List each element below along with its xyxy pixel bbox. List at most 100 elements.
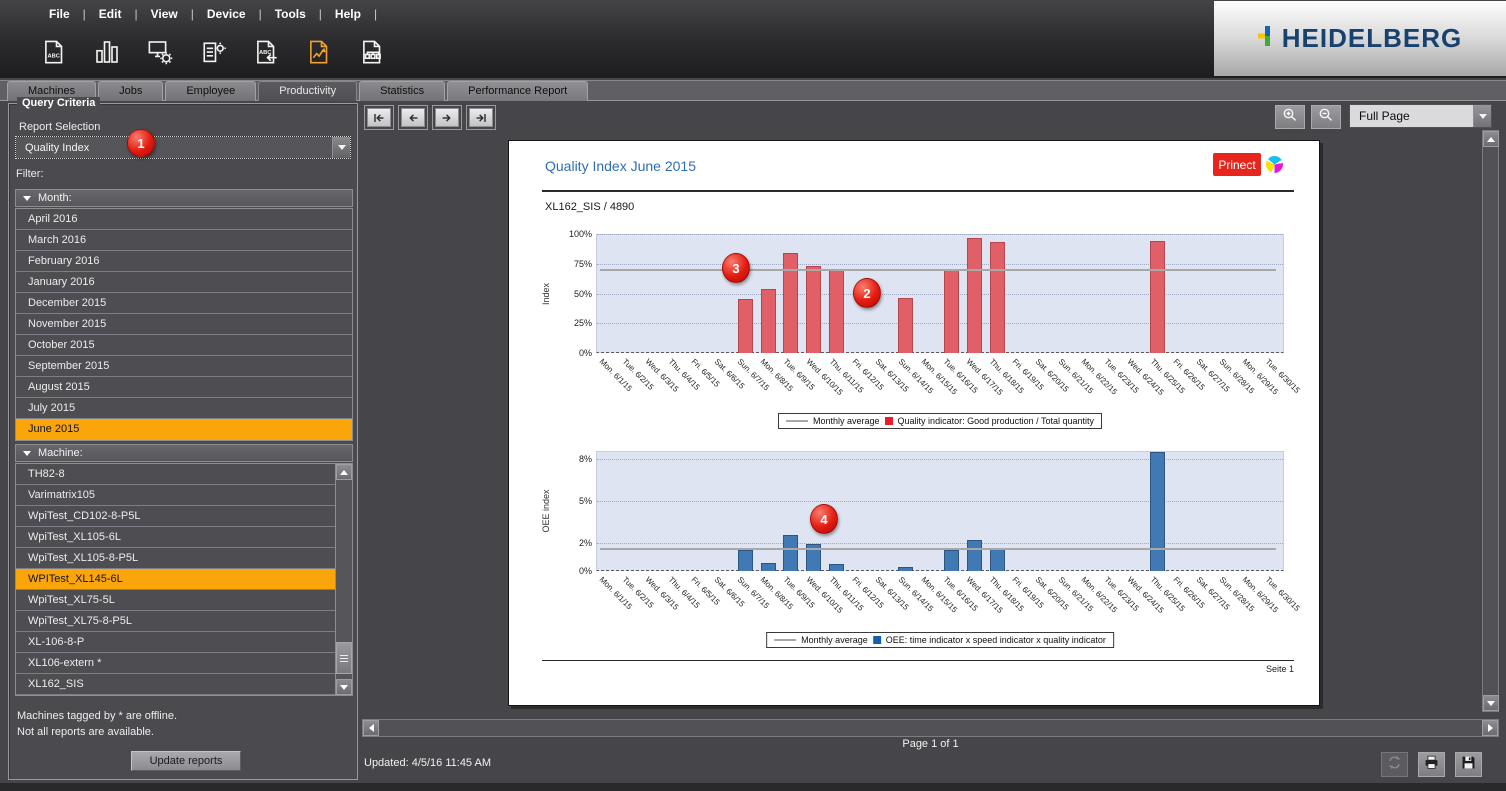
x-tick-label: Tue. 6/30/15 — [1263, 575, 1301, 613]
scroll-down-button[interactable] — [1483, 695, 1499, 711]
machine-item-wpitest-xl105-8-p5l[interactable]: WpiTest_XL105-8-P5L — [16, 548, 335, 569]
x-tick-label: Wed. 6/24/15 — [1126, 357, 1166, 397]
x-tick-label: Sun. 6/28/15 — [1217, 357, 1255, 395]
machine-item-wpitest-xl75-5l[interactable]: WpiTest_XL75-5L — [16, 590, 335, 611]
triangle-down-icon — [340, 685, 348, 690]
month-item-september-2015[interactable]: September 2015 — [16, 356, 352, 377]
month-item-december-2015[interactable]: December 2015 — [16, 293, 352, 314]
svg-text:ABC: ABC — [48, 54, 60, 60]
month-item-april-2016[interactable]: April 2016 — [16, 209, 352, 230]
next-page-button[interactable] — [432, 105, 462, 130]
scroll-right-button[interactable] — [1482, 720, 1498, 736]
x-tick-label: Thu. 6/25/15 — [1148, 575, 1186, 613]
machine-item-varimatrix105[interactable]: Varimatrix105 — [16, 485, 335, 506]
tab-statistics[interactable]: Statistics — [359, 81, 445, 101]
scroll-up-button[interactable] — [336, 464, 352, 480]
x-tick-label: Wed. 6/3/15 — [644, 575, 681, 612]
report-page-number: Seite 1 — [542, 664, 1294, 674]
menu-view[interactable]: View — [138, 7, 191, 21]
scrollbar-thumb[interactable] — [336, 642, 352, 674]
system-settings-icon[interactable] — [144, 36, 176, 68]
machine-item-wpitest-xl145-6l[interactable]: WPITest_XL145-6L — [16, 569, 335, 590]
scroll-up-button[interactable] — [1483, 131, 1499, 147]
month-item-february-2016[interactable]: February 2016 — [16, 251, 352, 272]
x-tick-label: Thu. 6/4/15 — [667, 357, 702, 392]
print-button[interactable] — [1418, 752, 1445, 777]
x-tick-label: Tue. 6/2/15 — [621, 575, 656, 610]
machine-item-xl162-sis[interactable]: XL162_SIS — [16, 674, 335, 695]
month-section-header[interactable]: Month: — [15, 189, 353, 207]
month-item-march-2016[interactable]: March 2016 — [16, 230, 352, 251]
x-tick-label: Tue. 6/30/15 — [1263, 357, 1301, 395]
y-axis-title: OEE index — [541, 489, 551, 532]
scroll-down-button[interactable] — [336, 679, 352, 695]
report-page: Quality Index June 2015 Prinect XL162_SI… — [508, 140, 1320, 706]
menu-edit[interactable]: Edit — [86, 7, 135, 21]
zoom-in-button[interactable] — [1275, 105, 1305, 129]
month-item-june-2015[interactable]: June 2015 — [16, 419, 352, 440]
refresh-button — [1381, 752, 1408, 777]
tab-performance-report[interactable]: Performance Report — [447, 81, 588, 101]
bar — [944, 270, 959, 353]
x-tick-label: Mon. 6/1/15 — [598, 575, 634, 611]
x-tick-label: Sat. 6/13/15 — [873, 357, 910, 394]
offline-footnote-line2: Not all reports are available. — [17, 726, 154, 738]
machine-section-header[interactable]: Machine: — [15, 444, 353, 462]
month-item-july-2015[interactable]: July 2015 — [16, 398, 352, 419]
month-item-january-2016[interactable]: January 2016 — [16, 272, 352, 293]
report-vertical-scrollbar[interactable] — [1482, 130, 1499, 712]
menu-tools[interactable]: Tools — [262, 7, 319, 21]
x-tick-label: Mon. 6/1/15 — [598, 357, 634, 393]
menu-help[interactable]: Help — [322, 7, 374, 21]
report-dropdown-button[interactable] — [332, 137, 350, 158]
tab-productivity[interactable]: Productivity — [258, 81, 357, 101]
previous-page-button[interactable] — [398, 105, 428, 130]
bar — [761, 289, 776, 353]
zoom-out-button[interactable] — [1311, 105, 1341, 129]
bar — [898, 567, 913, 571]
annotation-balloon-1: 1 — [127, 129, 155, 157]
report-selection-label: Report Selection — [19, 121, 100, 133]
x-tick-label: Sun. 6/21/15 — [1057, 575, 1095, 613]
main-toolbar: ABC ABC — [38, 31, 388, 73]
x-tick-label: Wed. 6/24/15 — [1126, 575, 1166, 615]
tab-jobs[interactable]: Jobs — [98, 81, 163, 101]
month-item-august-2015[interactable]: August 2015 — [16, 377, 352, 398]
first-page-button[interactable] — [364, 105, 394, 130]
machine-item-xl-106-8-p[interactable]: XL-106-8-P — [16, 632, 335, 653]
month-item-october-2015[interactable]: October 2015 — [16, 335, 352, 356]
printer-icon — [1422, 753, 1441, 777]
machine-list-scrollbar[interactable] — [335, 464, 352, 695]
machine-item-wpitest-xl75-8-p5l[interactable]: WpiTest_XL75-8-P5L — [16, 611, 335, 632]
report-text-icon[interactable]: ABC — [38, 36, 70, 68]
report-selection-dropdown[interactable]: Quality Index — [15, 136, 351, 159]
performance-report-icon[interactable] — [303, 36, 335, 68]
update-reports-button[interactable]: Update reports — [131, 751, 241, 771]
scroll-left-button[interactable] — [363, 720, 379, 736]
report-horizontal-scrollbar[interactable] — [362, 719, 1499, 737]
legend-label: OEE: time indicator x speed indicator x … — [886, 635, 1106, 645]
zoom-dropdown-button[interactable] — [1473, 105, 1491, 127]
device-counter-icon[interactable] — [197, 36, 229, 68]
last-page-button[interactable] — [466, 105, 496, 130]
report-import-icon[interactable]: ABC — [250, 36, 282, 68]
month-item-november-2015[interactable]: November 2015 — [16, 314, 352, 335]
menu-file[interactable]: File — [36, 7, 83, 21]
title-divider — [542, 190, 1294, 192]
machine-item-xl106-extern[interactable]: XL106-extern * — [16, 653, 335, 674]
save-button[interactable] — [1455, 752, 1482, 777]
x-tick-label: Thu. 6/11/15 — [827, 575, 865, 613]
tab-employee[interactable]: Employee — [165, 81, 256, 101]
report-structure-icon[interactable] — [356, 36, 388, 68]
x-tick-label: Fri. 6/26/15 — [1171, 575, 1206, 610]
machine-item-th82-8[interactable]: TH82-8 — [16, 464, 335, 485]
heidelberg-cross-icon — [1258, 26, 1278, 51]
month-list: April 2016March 2016February 2016January… — [15, 208, 353, 441]
prinect-logo-text: Prinect — [1213, 153, 1261, 176]
zoom-level-dropdown[interactable]: Full Page — [1349, 104, 1492, 128]
machine-item-wpitest-xl105-6l[interactable]: WpiTest_XL105-6L — [16, 527, 335, 548]
bar-chart-icon[interactable] — [91, 36, 123, 68]
machine-item-wpitest-cd102-8-p5l[interactable]: WpiTest_CD102-8-P5L — [16, 506, 335, 527]
menu-device[interactable]: Device — [194, 7, 259, 21]
filter-label: Filter: — [16, 168, 44, 180]
